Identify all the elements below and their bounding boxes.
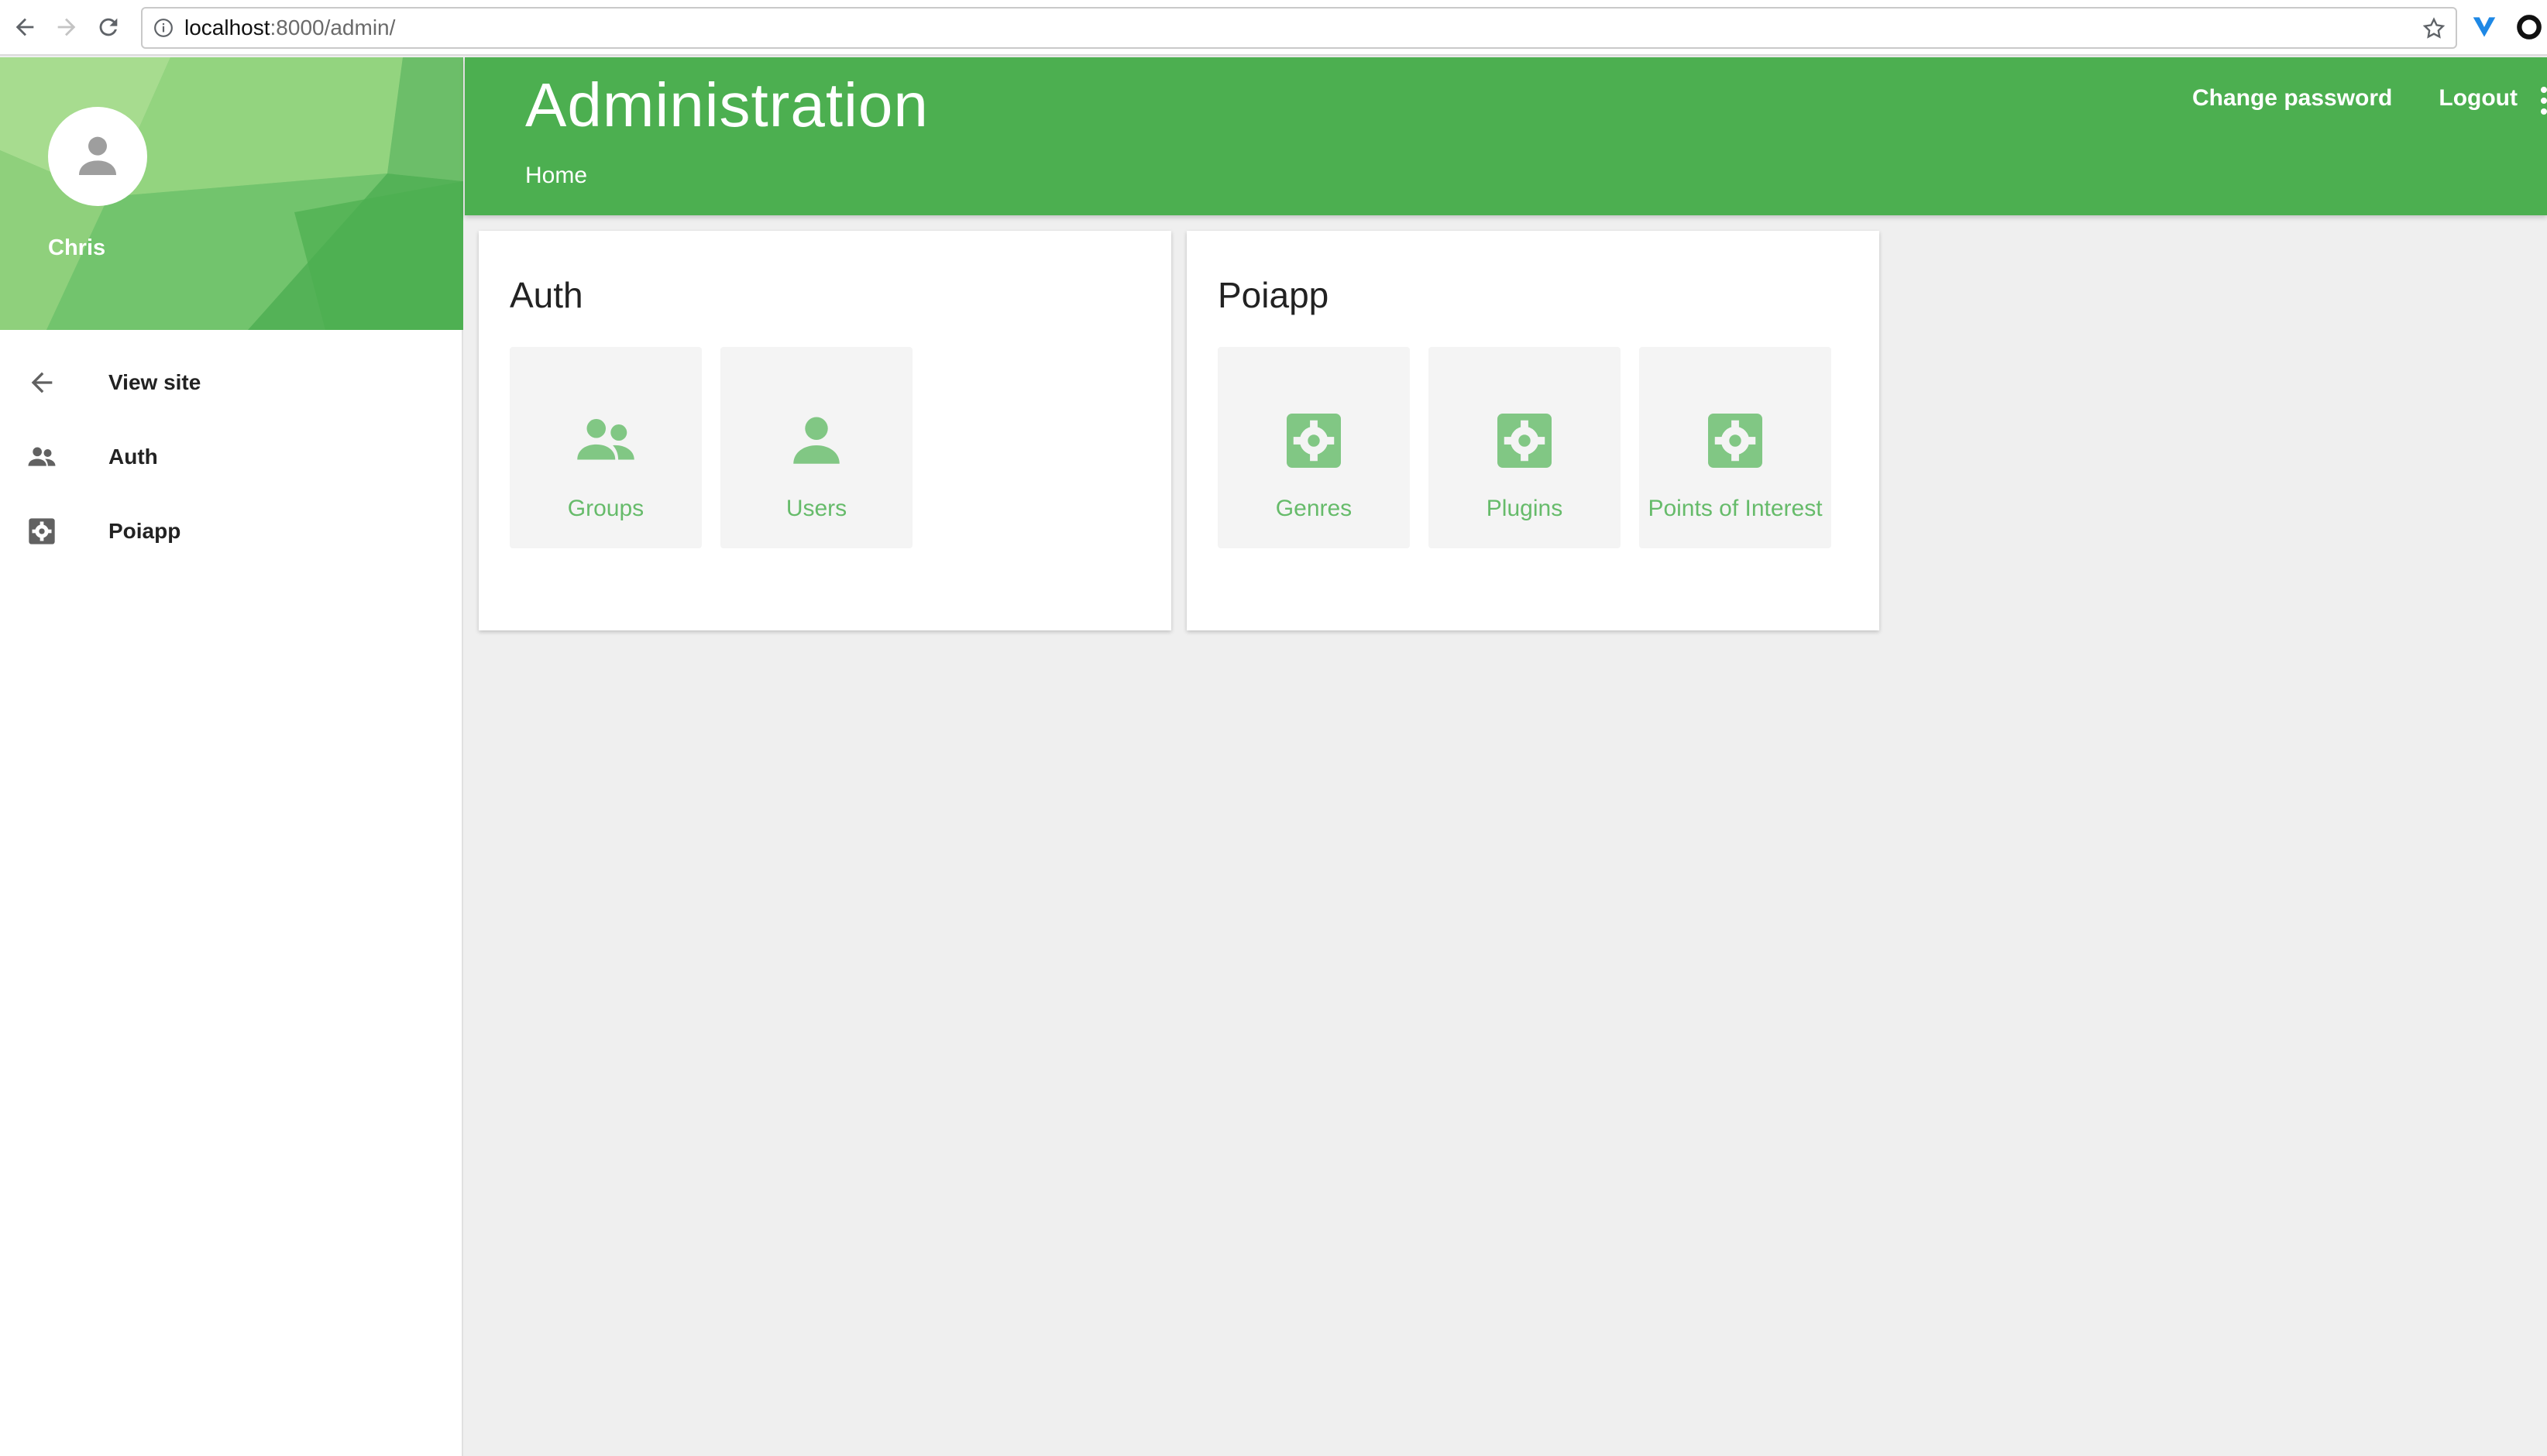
url-text[interactable]: localhost:8000/admin/ [184, 15, 395, 40]
model-tile-plugins[interactable]: Plugins [1428, 347, 1621, 548]
sidebar-item-label: Auth [108, 445, 158, 469]
breadcrumb: Home [525, 163, 587, 189]
model-tile-groups[interactable]: Groups [510, 347, 702, 548]
user-name: Chris [48, 235, 106, 260]
model-tile-points-of-interest[interactable]: Points of Interest [1639, 347, 1831, 548]
model-label: Genres [1275, 496, 1353, 521]
bookmark-star-icon[interactable] [2422, 16, 2446, 41]
user-profile-banner: Chris [0, 57, 463, 330]
gear-box-icon [1702, 407, 1768, 474]
url-host: localhost [184, 15, 270, 39]
people-icon [25, 440, 59, 474]
browser-toolbar: localhost:8000/admin/ [0, 0, 2547, 56]
extension-icons [2470, 12, 2544, 42]
gear-box-icon [1491, 407, 1558, 474]
url-path: :8000/admin/ [270, 15, 396, 39]
sidebar-item-auth[interactable]: Auth [0, 420, 462, 494]
info-icon[interactable] [153, 18, 174, 38]
sidebar-item-label: View site [108, 370, 201, 394]
gear-box-icon [25, 514, 59, 548]
model-tile-genres[interactable]: Genres [1218, 347, 1410, 548]
sidebar-menu: View site Auth Poiapp [0, 330, 462, 568]
arrow-right-icon [57, 18, 76, 36]
breadcrumb-home-link[interactable]: Home [525, 163, 587, 188]
app-card-auth: Auth Groups Users [479, 231, 1171, 630]
forward-button[interactable] [50, 10, 84, 44]
app-card-poiapp: Poiapp Genres Plugins Points of Interest [1187, 231, 1879, 630]
extension-v-icon[interactable] [2470, 12, 2499, 42]
reload-button[interactable] [91, 10, 125, 44]
more-vert-icon[interactable] [2541, 85, 2547, 116]
model-label: Users [785, 496, 847, 521]
app-title: Auth [510, 275, 583, 315]
page-header: Administration Home Change password Logo… [465, 57, 2547, 215]
sidebar: Chris View site Auth Poiapp [0, 57, 463, 1456]
back-button[interactable] [8, 10, 42, 44]
person-icon [783, 407, 850, 474]
model-list: Genres Plugins Points of Interest [1218, 347, 1879, 548]
page-title: Administration [525, 70, 929, 139]
avatar [48, 107, 147, 206]
model-label: Plugins [1486, 496, 1563, 521]
model-label: Points of Interest [1648, 496, 1823, 521]
change-password-link[interactable]: Change password [2192, 85, 2392, 112]
arrow-left-icon [15, 18, 34, 36]
model-label: Groups [567, 496, 644, 521]
header-links: Change password Logout [2192, 85, 2518, 112]
app-list: Auth Groups Users Poiapp Genres Plugins … [479, 231, 1879, 630]
sidebar-item-view-site[interactable]: View site [0, 345, 462, 420]
person-icon [79, 136, 116, 175]
address-bar[interactable]: localhost:8000/admin/ [141, 7, 2457, 49]
sidebar-item-label: Poiapp [108, 519, 181, 543]
logout-link[interactable]: Logout [2439, 85, 2518, 112]
extension-ring-icon[interactable] [2514, 12, 2544, 42]
arrow-left-icon [25, 366, 59, 400]
group-icon [572, 407, 639, 474]
gear-box-icon [1280, 407, 1347, 474]
model-tile-users[interactable]: Users [720, 347, 913, 548]
sidebar-item-poiapp[interactable]: Poiapp [0, 494, 462, 568]
model-list: Groups Users [510, 347, 1171, 548]
reload-icon [99, 18, 118, 36]
app-title: Poiapp [1218, 275, 1329, 315]
